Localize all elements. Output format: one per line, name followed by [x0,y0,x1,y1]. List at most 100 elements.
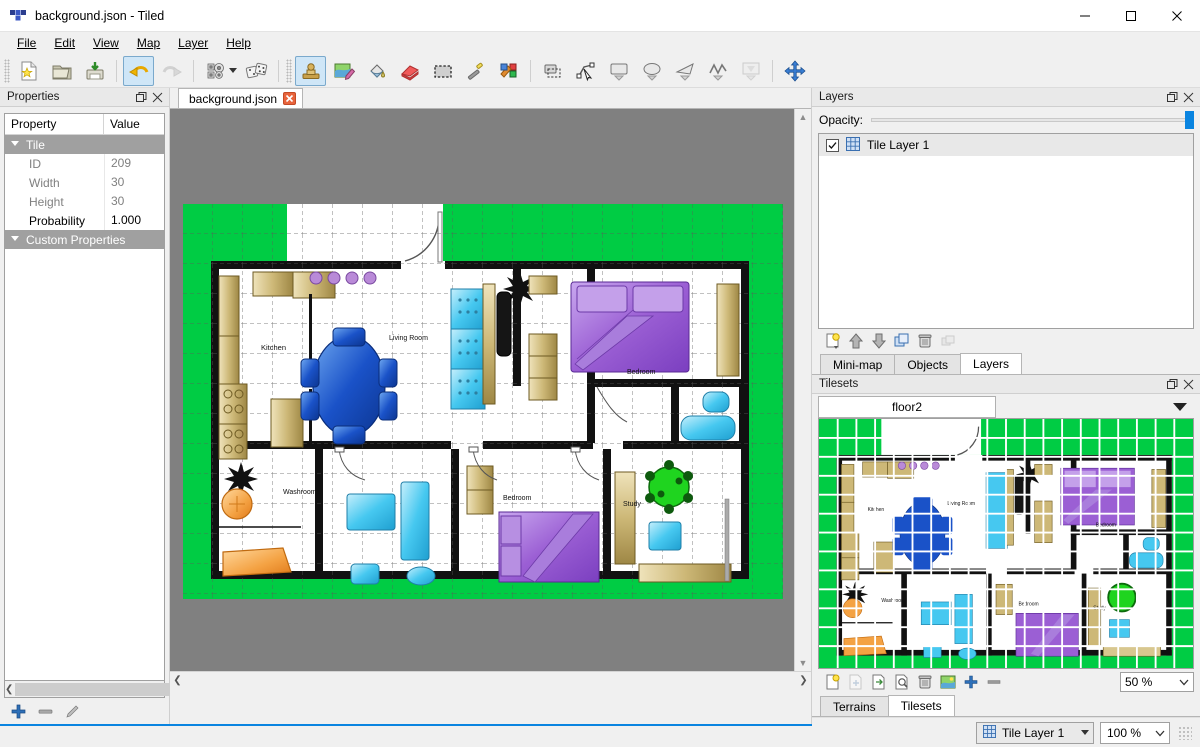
chevron-down-icon[interactable] [1179,675,1189,689]
undock-icon[interactable] [1164,376,1180,392]
zoom-in-icon[interactable] [962,673,980,691]
insert-rectangle-icon[interactable] [603,56,634,86]
resize-grip-icon[interactable] [1178,725,1192,740]
undo-icon[interactable] [123,55,154,86]
open-file-icon[interactable] [46,56,77,86]
menu-map[interactable]: Map [128,33,169,53]
current-layer-combobox[interactable]: Tile Layer 1 [976,721,1094,744]
close-icon[interactable] [1180,89,1196,105]
layers-list[interactable]: Tile Layer 1 [818,133,1194,329]
toolbar-grip[interactable] [4,58,10,83]
toolbar-grip[interactable] [286,58,292,83]
property-group-tile[interactable]: Tile [5,135,164,154]
chevron-left-icon[interactable]: ❮ [5,682,13,697]
close-icon[interactable] [149,89,165,105]
menu-help[interactable]: Help [217,33,260,53]
column-header-value[interactable]: Value [104,114,164,134]
save-file-icon[interactable] [79,56,110,86]
tileset-tab-floor2[interactable]: floor2 [818,396,996,418]
new-tileset-icon[interactable] [824,673,842,691]
chevron-down-icon[interactable] [1155,726,1165,740]
tab-layers[interactable]: Layers [960,353,1023,374]
chevron-right-icon[interactable]: ❯ [796,673,811,688]
layer-row-tile-layer-1[interactable]: Tile Layer 1 [819,134,1193,156]
edit-tileset-icon[interactable] [893,673,911,691]
magic-wand-icon[interactable] [460,56,491,86]
select-objects-icon[interactable] [537,56,568,86]
minimize-icon[interactable] [1062,0,1108,32]
select-same-tile-icon[interactable] [493,56,524,86]
slider-handle[interactable] [1185,111,1194,129]
fill-bucket-icon[interactable] [361,56,392,86]
menu-layer-label: Layer [178,36,209,50]
dropdown-caret-icon[interactable] [1081,730,1089,736]
menu-file[interactable]: File [8,33,45,53]
delete-layer-icon[interactable] [916,332,934,350]
edit-property-icon[interactable] [64,703,80,719]
canvas-horizontal-scrollbar[interactable]: ❮ ❯ [170,671,811,688]
map-canvas[interactable]: Kitchen Living Room Bedroom Washroom Bed… [170,109,794,671]
tileset-preview[interactable]: Kitchen Living Room Bedroom Washroom Bed… [819,419,1193,669]
eraser-icon[interactable] [394,56,425,86]
duplicate-layer-icon[interactable] [893,332,911,350]
edit-polygons-icon[interactable] [570,56,601,86]
remove-property-icon[interactable] [37,703,53,719]
tab-mini-map[interactable]: Mini-map [820,354,896,374]
remove-tileset-icon[interactable] [916,673,934,691]
tileset-image-icon[interactable] [939,673,957,691]
new-layer-icon[interactable] [824,332,842,350]
menu-layer[interactable]: Layer [169,33,217,53]
zoom-out-icon[interactable] [985,673,1003,691]
tab-tilesets[interactable]: Tilesets [887,695,955,717]
zoom-combobox[interactable]: 100 % [1100,721,1170,744]
chevron-up-icon[interactable]: ▲ [795,109,811,125]
insert-ellipse-icon[interactable] [636,56,667,86]
chevron-left-icon[interactable]: ❮ [170,673,185,688]
property-row-probability[interactable]: Probability 1.000 [5,211,164,230]
property-row-width[interactable]: Width 30 [5,173,164,192]
scrollbar-track[interactable] [795,125,811,655]
tab-objects[interactable]: Objects [894,354,962,374]
pan-tool-icon[interactable] [779,56,810,86]
map-render[interactable]: Kitchen Living Room Bedroom Washroom Bed… [183,204,783,599]
stamp-brush-icon[interactable] [295,55,326,86]
rectangular-select-icon[interactable] [427,56,458,86]
add-property-icon[interactable] [10,703,26,719]
layer-visibility-checkbox[interactable] [826,138,839,152]
insert-polyline-icon[interactable] [702,56,733,86]
tileset-zoom-combobox[interactable]: 50 % [1120,672,1194,693]
undock-icon[interactable] [1164,89,1180,105]
dropdown-caret-icon[interactable] [229,68,237,73]
new-map-icon[interactable] [13,56,44,86]
property-group-custom-properties[interactable]: Custom Properties [5,230,164,249]
chevron-down-icon[interactable] [11,140,20,149]
canvas-vertical-scrollbar[interactable]: ▲ ▼ [794,109,811,671]
properties-horizontal-scrollbar[interactable]: ❮ ❯ [4,681,216,698]
chevron-down-icon[interactable]: ▼ [795,655,811,671]
terrain-brush-icon[interactable] [328,56,359,86]
chevron-down-icon[interactable] [11,235,20,244]
document-tab-background-json[interactable]: background.json [178,88,304,108]
move-layer-down-icon[interactable] [870,332,888,350]
close-icon[interactable] [1180,376,1196,392]
export-tileset-icon[interactable] [870,673,888,691]
maximize-icon[interactable] [1108,0,1154,32]
property-row-id[interactable]: ID 209 [5,154,164,173]
undock-icon[interactable] [133,89,149,105]
chevron-down-icon[interactable] [1166,396,1194,418]
column-header-property[interactable]: Property [5,114,104,134]
close-icon[interactable] [1154,0,1200,32]
insert-polygon-icon[interactable] [669,56,700,86]
property-row-height[interactable]: Height 30 [5,192,164,211]
random-mode-icon[interactable] [241,56,272,86]
property-row-probability-value[interactable]: 1.000 [104,211,164,230]
map-properties-icon[interactable] [200,56,231,86]
menu-view[interactable]: View [84,33,128,53]
tileset-tile-grid[interactable]: Kitchen Living Room Bedroom Washroom Bed… [818,418,1194,670]
tab-terrains[interactable]: Terrains [820,696,889,717]
opacity-slider[interactable] [871,111,1194,129]
close-tab-icon[interactable] [283,92,297,105]
property-row-id-value: 209 [104,154,164,173]
menu-edit[interactable]: Edit [45,33,84,53]
move-layer-up-icon[interactable] [847,332,865,350]
